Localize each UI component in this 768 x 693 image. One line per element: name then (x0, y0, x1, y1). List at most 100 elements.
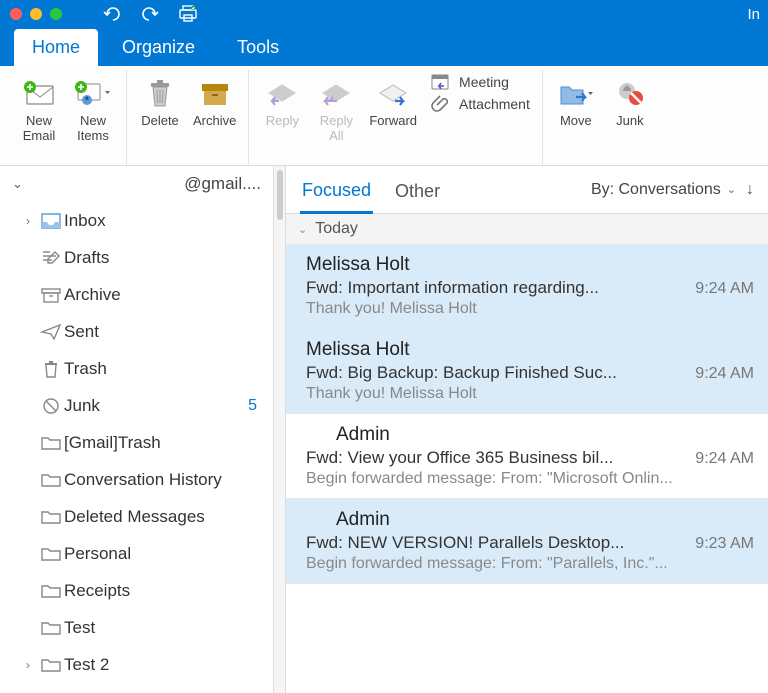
message-row[interactable]: AdminFwd: NEW VERSION! Parallels Desktop… (286, 499, 768, 584)
folder-archive[interactable]: Archive (0, 276, 273, 313)
folder-label: Drafts (64, 248, 263, 268)
meeting-button[interactable]: Meeting (429, 72, 530, 92)
sort-label: By: Conversations (591, 181, 721, 199)
inbox-tabs: Focused Other By: Conversations ⌄ ↓ (286, 166, 768, 214)
delete-button[interactable]: Delete (133, 70, 187, 133)
new-email-label: New Email (23, 114, 56, 144)
chevron-down-icon: ⌄ (727, 183, 736, 196)
folder-label: Test (64, 618, 263, 638)
message-row[interactable]: Melissa HoltFwd: Big Backup: Backup Fini… (286, 329, 768, 414)
attachment-button[interactable]: Attachment (429, 94, 530, 114)
folder-deleted-messages[interactable]: Deleted Messages (0, 498, 273, 535)
folder-test[interactable]: Test (0, 609, 273, 646)
archive-label: Archive (193, 114, 236, 129)
message-row[interactable]: Melissa HoltFwd: Important information r… (286, 244, 768, 329)
folder-receipts[interactable]: Receipts (0, 572, 273, 609)
tab-tools[interactable]: Tools (219, 29, 297, 66)
trash-icon (38, 359, 64, 379)
message-time: 9:24 AM (695, 365, 754, 383)
tab-home[interactable]: Home (14, 29, 98, 66)
folder-icon (38, 583, 64, 599)
message-preview: Begin forwarded message: From: "Microsof… (306, 470, 754, 488)
new-items-button[interactable]: New Items (66, 70, 120, 148)
sort-button[interactable]: By: Conversations ⌄ ↓ (591, 181, 754, 209)
folder-icon (38, 546, 64, 562)
reply-icon (265, 74, 299, 112)
folder-drafts[interactable]: Drafts (0, 239, 273, 276)
junk-button[interactable]: Junk (603, 70, 657, 133)
reply-all-icon (319, 74, 353, 112)
meeting-icon (429, 72, 453, 92)
folder-trash[interactable]: Trash (0, 350, 273, 387)
tab-organize[interactable]: Organize (104, 29, 213, 66)
folder-label: Test 2 (64, 655, 263, 675)
folder-label: Junk (64, 396, 248, 416)
title-text: In (747, 6, 760, 23)
account-header[interactable]: ⌄ @gmail.... (0, 166, 273, 202)
move-icon (557, 74, 595, 112)
message-from: Admin (306, 509, 754, 531)
folder--gmail-trash[interactable]: [Gmail]Trash (0, 424, 273, 461)
folder-icon (38, 509, 64, 525)
disclosure-icon: › (20, 658, 36, 672)
message-list: Melissa HoltFwd: Important information r… (286, 244, 768, 693)
sidebar: ⌄ @gmail.... › Inbox Drafts Archive Sent Tras… (0, 166, 274, 693)
delete-icon (145, 74, 175, 112)
tab-other[interactable]: Other (393, 177, 442, 212)
move-button[interactable]: Move (549, 70, 603, 133)
message-subject: Fwd: NEW VERSION! Parallels Desktop... (306, 533, 685, 553)
new-email-button[interactable]: New Email (12, 70, 66, 148)
drafts-icon (38, 249, 64, 267)
folder-list: › Inbox Drafts Archive Sent TrashJunk5 [Gmail]… (0, 202, 273, 683)
folder-conversation-history[interactable]: Conversation History (0, 461, 273, 498)
folder-label: Inbox (64, 211, 263, 231)
folder-test-2[interactable]: › Test 2 (0, 646, 273, 683)
undo-icon[interactable] (102, 6, 122, 22)
reply-button[interactable]: Reply (255, 70, 309, 133)
forward-label: Forward (369, 114, 417, 129)
folder-personal[interactable]: Personal (0, 535, 273, 572)
folder-sent[interactable]: Sent (0, 313, 273, 350)
main-split: ⌄ @gmail.... › Inbox Drafts Archive Sent Tras… (0, 166, 768, 693)
archive-button[interactable]: Archive (187, 70, 242, 133)
disclosure-icon: › (20, 214, 36, 228)
reply-all-button[interactable]: Reply All (309, 70, 363, 148)
forward-button[interactable]: Forward (363, 70, 423, 133)
inbox-icon (38, 212, 64, 230)
message-subject: Fwd: Big Backup: Backup Finished Suc... (306, 363, 685, 383)
folder-label: Sent (64, 322, 263, 342)
folder-label: Conversation History (64, 470, 263, 490)
folder-label: Archive (64, 285, 263, 305)
folder-label: [Gmail]Trash (64, 433, 263, 453)
redo-icon[interactable] (140, 6, 160, 22)
tab-focused[interactable]: Focused (300, 176, 373, 214)
folder-junk[interactable]: Junk5 (0, 387, 273, 424)
ribbon: New Email New Items Delete Archive (0, 66, 768, 166)
new-items-label: New Items (77, 114, 109, 144)
message-preview: Thank you! Melissa Holt (306, 385, 754, 403)
message-row[interactable]: AdminFwd: View your Office 365 Business … (286, 414, 768, 499)
message-preview: Begin forwarded message: From: "Parallel… (306, 555, 754, 573)
junk-label: Junk (616, 114, 643, 129)
sent-icon (38, 323, 64, 341)
group-label: Today (315, 220, 358, 238)
attachment-label: Attachment (459, 96, 530, 112)
sort-direction-icon[interactable]: ↓ (746, 181, 754, 199)
folder-icon (38, 435, 64, 451)
chevron-down-icon: ⌄ (12, 176, 23, 192)
group-header-today[interactable]: ⌄ Today (286, 214, 768, 244)
print-icon[interactable] (178, 5, 198, 23)
folder-icon (38, 620, 64, 636)
message-from: Melissa Holt (306, 339, 754, 361)
close-window-button[interactable] (10, 8, 22, 20)
archive-icon (199, 74, 231, 112)
folder-label: Receipts (64, 581, 263, 601)
ribbon-tabs: Home Organize Tools (0, 28, 768, 66)
minimize-window-button[interactable] (30, 8, 42, 20)
zoom-window-button[interactable] (50, 8, 62, 20)
junk-icon (613, 74, 647, 112)
delete-label: Delete (141, 114, 179, 129)
split-gutter[interactable] (274, 166, 286, 693)
folder-inbox[interactable]: › Inbox (0, 202, 273, 239)
move-label: Move (560, 114, 592, 129)
